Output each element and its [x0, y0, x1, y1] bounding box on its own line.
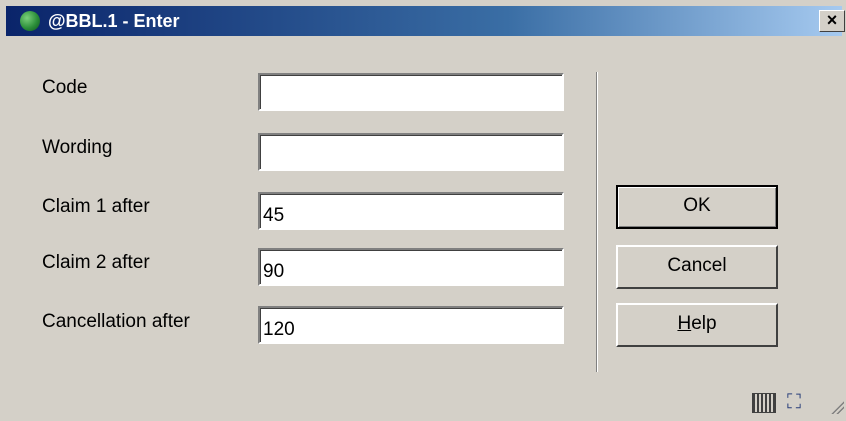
help-button[interactable]: Help	[616, 303, 778, 347]
cancel-button[interactable]: Cancel	[616, 245, 778, 289]
title-bar[interactable]: @BBL.1 - Enter ×	[6, 6, 845, 36]
dialog-window: @BBL.1 - Enter × Code Wording Claim 1 af…	[0, 0, 846, 421]
claim-2-after-field[interactable]	[258, 248, 564, 286]
claim-2-after-label: Claim 2 after	[42, 252, 150, 273]
cancellation-after-field[interactable]	[258, 306, 564, 344]
claim-1-after-field[interactable]	[258, 192, 564, 230]
vertical-divider	[596, 72, 598, 372]
window-title: @BBL.1 - Enter	[48, 11, 180, 31]
help-mnemonic: H	[677, 313, 692, 334]
keyboard-icon[interactable]	[752, 393, 776, 413]
globe-icon	[20, 11, 40, 31]
help-label-rest: elp	[691, 313, 717, 334]
claim-1-after-label: Claim 1 after	[42, 196, 150, 217]
code-label: Code	[42, 77, 88, 98]
cancellation-after-label: Cancellation after	[42, 311, 190, 332]
wording-label: Wording	[42, 137, 113, 158]
close-button[interactable]: ×	[819, 10, 845, 32]
wording-field[interactable]	[258, 133, 564, 171]
maximize-icon[interactable]: ⛶	[782, 391, 806, 413]
ok-button[interactable]: OK	[616, 185, 778, 229]
resize-grip-icon[interactable]	[830, 400, 844, 414]
code-field[interactable]	[258, 73, 564, 111]
